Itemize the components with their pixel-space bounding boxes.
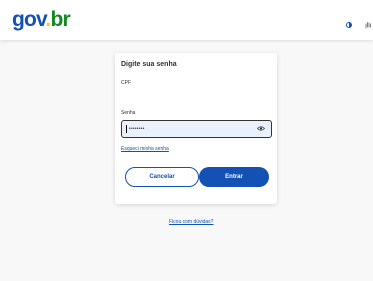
vlibras-icon[interactable] — [363, 20, 373, 30]
help-link[interactable]: Ficou com dúvidas? — [169, 219, 213, 225]
login-card: Digite sua senha CPF Senha •••••••• Esqu… — [115, 53, 277, 204]
password-label: Senha — [121, 110, 136, 116]
cancel-button[interactable]: Cancelar — [125, 167, 199, 187]
logo-br: br — [50, 8, 70, 31]
hand-icon — [365, 22, 371, 29]
password-input[interactable]: •••••••• — [121, 120, 272, 138]
cpf-value-redacted — [144, 86, 176, 100]
govbr-logo[interactable]: gov.br — [12, 8, 71, 32]
password-mask: •••••••• — [129, 126, 145, 132]
text-caret — [126, 125, 127, 133]
enter-button[interactable]: Entrar — [199, 167, 269, 187]
cpf-label: CPF — [121, 80, 131, 86]
card-title: Digite sua senha — [121, 61, 177, 68]
forgot-password-link[interactable]: Esqueci minha senha — [121, 146, 169, 152]
top-header: gov.br — [0, 0, 373, 40]
eye-icon[interactable] — [257, 126, 265, 131]
logo-gov: gov — [12, 8, 46, 31]
contrast-icon[interactable] — [346, 22, 352, 28]
